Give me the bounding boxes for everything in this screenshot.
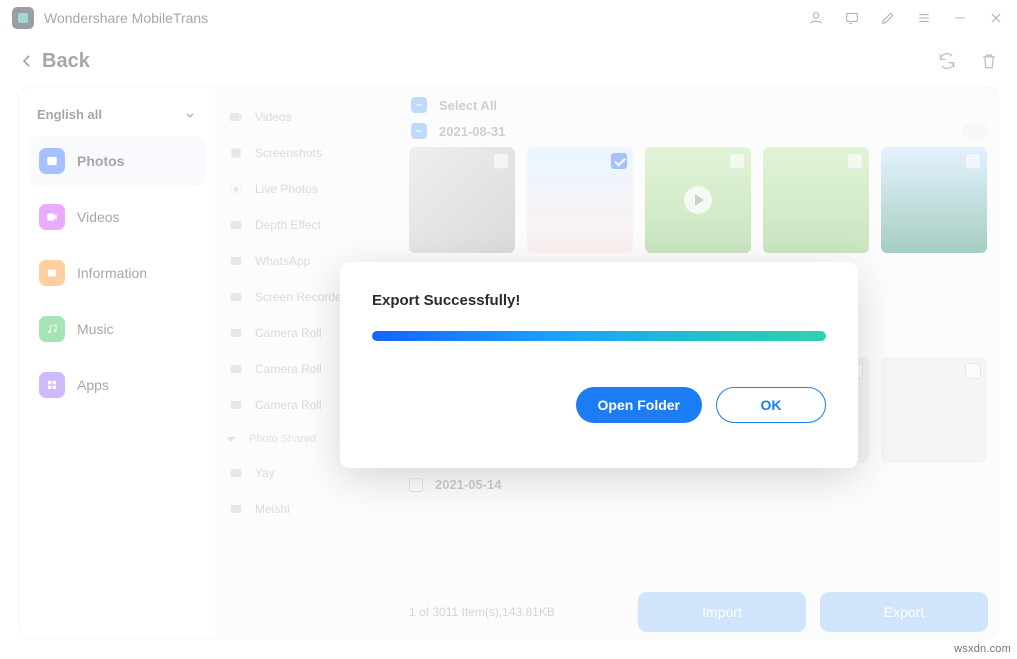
photo-thumb[interactable] [409, 147, 515, 253]
photos-icon [39, 148, 65, 174]
thumb-checkbox[interactable] [493, 153, 509, 169]
sidebar-item-videos[interactable]: Videos [29, 192, 205, 242]
album-item[interactable]: Live Photos [221, 171, 399, 207]
sidebar-label: Information [77, 265, 147, 281]
sidebar-item-information[interactable]: Information [29, 248, 205, 298]
sidebar: English all Photos Videos Information Mu… [19, 87, 215, 638]
photo-thumb[interactable] [881, 357, 987, 463]
album-item[interactable]: Screenshots [221, 135, 399, 171]
group-checkbox[interactable] [409, 478, 423, 492]
app-logo [12, 7, 34, 29]
language-dropdown[interactable]: English all [29, 101, 205, 136]
watermark: wsxdn.com [954, 643, 1011, 655]
album-label: Depth Effect [255, 218, 321, 232]
album-label: Live Photos [255, 182, 318, 196]
photo-thumb[interactable] [881, 147, 987, 253]
sidebar-label: Photos [77, 153, 124, 169]
import-button[interactable]: Import [638, 592, 806, 632]
ok-label: OK [761, 397, 782, 413]
apps-icon [39, 372, 65, 398]
music-icon [39, 316, 65, 342]
ok-button[interactable]: OK [716, 387, 826, 423]
count-badge [962, 123, 988, 139]
open-folder-button[interactable]: Open Folder [576, 387, 702, 423]
album-label: Videos [255, 110, 291, 124]
album-item[interactable]: Meishi [221, 491, 399, 527]
screenshot-icon [227, 145, 245, 161]
date-label: 2021-05-14 [435, 477, 502, 492]
date-group-header: 2021-05-14 [409, 471, 988, 498]
date-group-header: 2021-08-31 [409, 117, 988, 143]
folder-icon [227, 217, 245, 233]
open-folder-label: Open Folder [598, 397, 680, 413]
select-all-label: Select All [439, 98, 497, 113]
album-label: Screenshots [255, 146, 322, 160]
edit-icon[interactable] [879, 9, 897, 27]
message-icon[interactable] [843, 9, 861, 27]
menu-icon[interactable] [915, 9, 933, 27]
export-button[interactable]: Export [820, 592, 988, 632]
sidebar-item-photos[interactable]: Photos [29, 136, 205, 186]
sidebar-label: Apps [77, 377, 109, 393]
folder-icon [227, 397, 245, 413]
photo-thumb[interactable] [645, 147, 751, 253]
titlebar: Wondershare MobileTrans [0, 0, 1017, 36]
refresh-icon[interactable] [937, 51, 957, 71]
close-icon[interactable] [987, 9, 1005, 27]
import-label: Import [702, 604, 742, 620]
album-item[interactable]: Depth Effect [221, 207, 399, 243]
trash-icon[interactable] [979, 51, 999, 71]
app-title: Wondershare MobileTrans [44, 10, 208, 26]
thumb-checkbox[interactable] [965, 363, 981, 379]
date-label: 2021-08-31 [439, 124, 506, 139]
video-folder-icon [227, 109, 245, 125]
folder-icon [227, 253, 245, 269]
back-row: Back [0, 36, 1017, 86]
minimize-icon[interactable] [951, 9, 969, 27]
back-label: Back [42, 50, 90, 73]
album-label: Camera Roll [255, 362, 322, 376]
chevron-down-icon [227, 437, 235, 442]
photo-thumb[interactable] [763, 147, 869, 253]
folder-icon [227, 465, 245, 481]
videos-icon [39, 204, 65, 230]
livephoto-icon [227, 181, 245, 197]
select-all-checkbox[interactable] [411, 97, 427, 113]
photo-thumb[interactable] [527, 147, 633, 253]
album-label: Camera Roll [255, 398, 322, 412]
sidebar-item-music[interactable]: Music [29, 304, 205, 354]
thumb-checkbox[interactable] [965, 153, 981, 169]
album-label: Screen Recorder [255, 290, 346, 304]
album-label: Yay [255, 466, 275, 480]
status-text: 1 of 3011 Item(s),143.81KB [409, 605, 555, 619]
folder-icon [227, 361, 245, 377]
thumb-checkbox[interactable] [847, 153, 863, 169]
album-label: Meishi [255, 502, 290, 516]
export-success-modal: Export Successfully! Open Folder OK [340, 262, 858, 468]
progress-bar [372, 331, 826, 341]
folder-icon [227, 289, 245, 305]
content-footer: 1 of 3011 Item(s),143.81KB Import Export [409, 592, 988, 632]
folder-icon [227, 501, 245, 517]
select-all-row: Select All [409, 91, 988, 117]
modal-message: Export Successfully! [372, 292, 826, 309]
group-checkbox[interactable] [411, 123, 427, 139]
sidebar-item-apps[interactable]: Apps [29, 360, 205, 410]
folder-icon [227, 325, 245, 341]
thumb-checkbox[interactable] [729, 153, 745, 169]
thumb-checkbox[interactable] [611, 153, 627, 169]
sidebar-label: Videos [77, 209, 120, 225]
back-button[interactable]: Back [18, 50, 90, 73]
album-item[interactable]: Videos [221, 99, 399, 135]
account-icon[interactable] [807, 9, 825, 27]
album-label: WhatsApp [255, 254, 310, 268]
sidebar-label: Music [77, 321, 114, 337]
dropdown-label: English all [37, 107, 102, 122]
album-label: Photo Shared [249, 433, 316, 445]
export-label: Export [884, 604, 924, 620]
information-icon [39, 260, 65, 286]
play-icon [684, 186, 712, 214]
album-label: Camera Roll [255, 326, 322, 340]
